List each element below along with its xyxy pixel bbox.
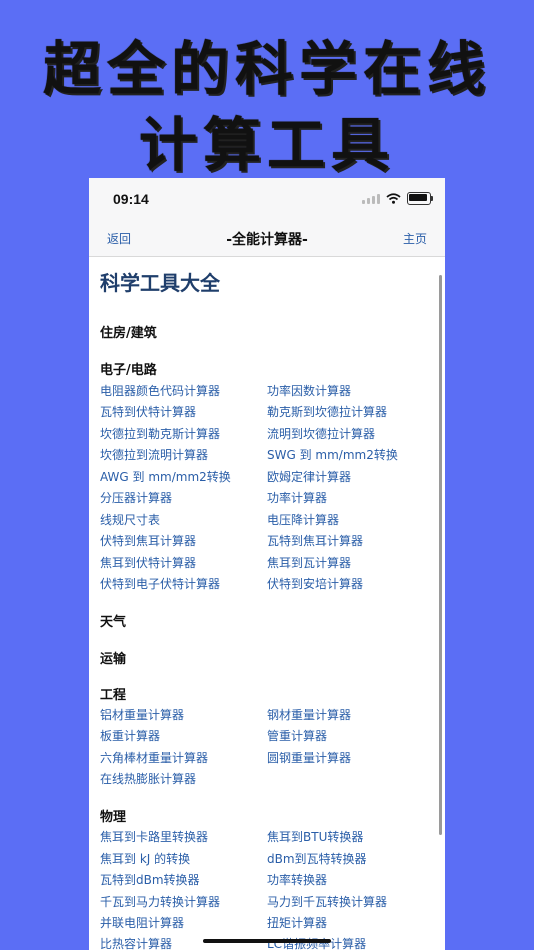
tool-link[interactable]: 千瓦到马力转换计算器 <box>100 893 220 910</box>
section-title: 物理 <box>100 810 127 825</box>
section-title: 天气 <box>100 615 127 630</box>
navigation-bar: 返回 -全能计算器- 主页 <box>89 222 445 257</box>
tool-link[interactable]: 流明到坎德拉计算器 <box>267 425 375 442</box>
tool-link[interactable]: 电压降计算器 <box>267 511 339 528</box>
section-title: 电子/电路 <box>100 363 157 378</box>
tool-link[interactable]: 伏特到安培计算器 <box>267 575 363 592</box>
tool-link[interactable]: 电阻器颜色代码计算器 <box>100 382 220 399</box>
tool-link[interactable]: 勒克斯到坎德拉计算器 <box>267 403 387 420</box>
section-title: 运输 <box>100 652 127 667</box>
status-icons <box>362 192 433 205</box>
tool-link[interactable]: 钢材重量计算器 <box>267 706 351 723</box>
tool-link[interactable]: 坎德拉到勒克斯计算器 <box>100 425 220 442</box>
tool-link[interactable]: 瓦特到伏特计算器 <box>100 403 196 420</box>
tool-link[interactable]: 焦耳到 kJ 的转换 <box>100 850 190 867</box>
tool-link[interactable]: 扭矩计算器 <box>267 914 327 931</box>
tool-link[interactable]: 功率计算器 <box>267 489 327 506</box>
tool-link[interactable]: 并联电阻计算器 <box>100 914 184 931</box>
tool-link[interactable]: 坎德拉到流明计算器 <box>100 446 208 463</box>
tool-link[interactable]: 焦耳到瓦计算器 <box>267 554 351 571</box>
status-time: 09:14 <box>113 191 149 207</box>
tool-link[interactable]: 功率转换器 <box>267 871 327 888</box>
tool-link[interactable]: 圆钢重量计算器 <box>267 749 351 766</box>
home-indicator[interactable] <box>203 939 331 943</box>
tool-link[interactable]: 分压器计算器 <box>100 489 172 506</box>
tool-list: 科学工具大全 住房/建筑 电子/电路 电阻器颜色代码计算器 功率因数计算器 瓦特… <box>100 257 430 950</box>
tool-link[interactable]: 焦耳到BTU转换器 <box>267 828 363 845</box>
signal-icon <box>362 193 380 204</box>
tool-link[interactable]: 伏特到焦耳计算器 <box>100 532 196 549</box>
tool-link[interactable]: 瓦特到焦耳计算器 <box>267 532 363 549</box>
tool-link[interactable]: 管重计算器 <box>267 727 327 744</box>
tool-link[interactable]: 伏特到电子伏特计算器 <box>100 575 220 592</box>
promo-headline-line2: 计算工具 <box>138 111 395 179</box>
tool-link[interactable]: 六角棒材重量计算器 <box>100 749 208 766</box>
tool-link[interactable]: 瓦特到dBm转换器 <box>100 871 200 888</box>
battery-icon <box>407 192 433 205</box>
phone-screen: 09:14 返回 -全能计算器- 主页 科学工具大全 住房/建筑 电子/电路 电… <box>89 178 445 950</box>
scrollbar[interactable] <box>439 275 442 835</box>
home-button[interactable]: 主页 <box>403 230 427 247</box>
tool-link[interactable]: SWG 到 mm/mm2转换 <box>267 446 398 463</box>
section-title: 工程 <box>100 688 127 703</box>
section-title: 住房/建筑 <box>100 326 157 341</box>
promo-headline-line1: 超全的科学在线 <box>42 35 491 103</box>
tool-link[interactable]: 焦耳到卡路里转换器 <box>100 828 208 845</box>
tool-link[interactable]: 在线热膨胀计算器 <box>100 770 196 787</box>
status-bar: 09:14 <box>89 178 445 222</box>
tool-link[interactable]: 焦耳到伏特计算器 <box>100 554 196 571</box>
tool-link[interactable]: 功率因数计算器 <box>267 382 351 399</box>
tool-link[interactable]: AWG 到 mm/mm2转换 <box>100 468 231 485</box>
page-title: 科学工具大全 <box>100 271 220 295</box>
tool-link[interactable]: 比热容计算器 <box>100 935 172 950</box>
tool-link[interactable]: dBm到瓦特转换器 <box>267 850 367 867</box>
tool-link[interactable]: 铝材重量计算器 <box>100 706 184 723</box>
tool-link[interactable]: 板重计算器 <box>100 727 160 744</box>
wifi-icon <box>386 193 401 204</box>
tool-link[interactable]: 线规尺寸表 <box>100 511 160 528</box>
page-title-bar: -全能计算器- <box>226 232 308 248</box>
tool-link[interactable]: 欧姆定律计算器 <box>267 468 351 485</box>
tool-link[interactable]: 马力到千瓦转换计算器 <box>267 893 387 910</box>
